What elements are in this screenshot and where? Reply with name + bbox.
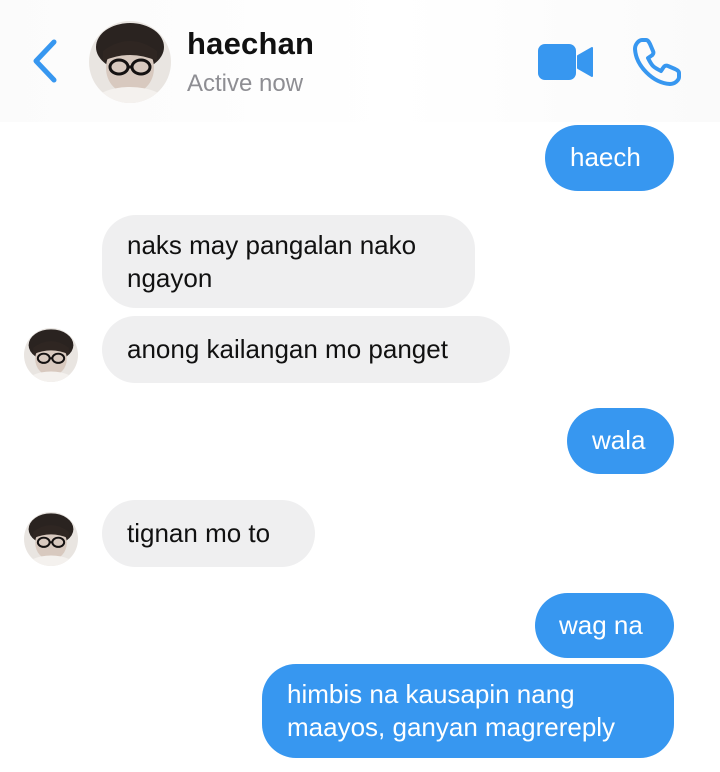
- back-button[interactable]: [26, 36, 66, 86]
- message-bubble-outgoing[interactable]: himbis na kausapin nang maayos, ganyan m…: [262, 664, 674, 758]
- contact-avatar[interactable]: [89, 21, 171, 103]
- chevron-left-icon: [33, 39, 57, 83]
- active-status: Active now: [187, 70, 304, 97]
- phone-icon: [633, 38, 681, 86]
- video-camera-icon: [538, 44, 593, 80]
- message-bubble-incoming[interactable]: tignan mo to: [102, 500, 315, 567]
- message-bubble-outgoing[interactable]: wala: [567, 408, 674, 474]
- audio-call-button[interactable]: [631, 36, 683, 88]
- message-bubble-outgoing[interactable]: haech: [545, 125, 674, 191]
- video-call-button[interactable]: [537, 42, 595, 82]
- contact-name[interactable]: haechan: [187, 26, 314, 62]
- sender-avatar[interactable]: [24, 512, 78, 566]
- chat-header: haechan Active now: [0, 0, 720, 122]
- sender-avatar[interactable]: [24, 328, 78, 382]
- message-bubble-outgoing[interactable]: wag na: [535, 593, 674, 658]
- message-bubble-incoming[interactable]: naks may pangalan nako ngayon: [102, 215, 475, 308]
- message-bubble-incoming[interactable]: anong kailangan mo panget: [102, 316, 510, 383]
